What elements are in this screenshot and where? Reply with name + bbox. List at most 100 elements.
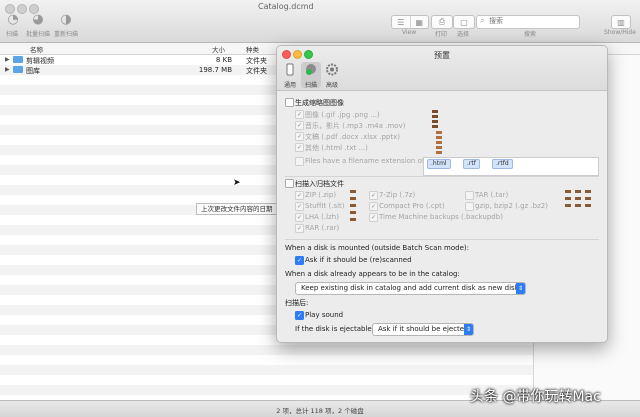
already-popup[interactable]: Keep existing disk in catalog and add cu… [295, 282, 526, 295]
thumb-other-label: 其他 (.html .txt ...) [305, 144, 368, 152]
file-name: 剪辑视频 [26, 57, 54, 65]
tar-checkbox[interactable] [465, 191, 474, 200]
print-button[interactable]: ⎙ [431, 15, 453, 29]
general-icon [284, 63, 296, 76]
gzip-checkbox[interactable] [465, 202, 474, 211]
batch-scan-icon[interactable]: ◕ [29, 11, 47, 27]
stuffit-checkbox[interactable]: ✓ [295, 202, 304, 211]
list-view-icon[interactable]: ☰ [392, 16, 411, 28]
search-icon: ⌕ [480, 16, 485, 25]
tab-label: 高级 [325, 82, 338, 89]
print-label: 打印 [434, 31, 447, 38]
scan-icon [305, 63, 317, 76]
thumbnails-checkbox[interactable] [285, 98, 294, 107]
zip-checkbox[interactable]: ✓ [295, 191, 304, 200]
compact-pro-label: Compact Pro (.cpt) [379, 202, 445, 210]
prefs-titlebar: 预置 通用 扫描 高级 [277, 46, 607, 91]
printer-icon[interactable]: ⎙ [432, 16, 452, 28]
thumbnails-label: 生成缩略图图像 [295, 99, 344, 107]
divider [285, 239, 599, 240]
column-kind[interactable]: 种类 [246, 44, 259, 54]
tab-advanced[interactable]: 高级 [322, 62, 342, 89]
show-hide-button[interactable]: ▥ [611, 15, 631, 29]
select-icon[interactable]: ▢ [454, 16, 474, 28]
lha-checkbox[interactable]: ✓ [295, 213, 304, 222]
thumb-images-checkbox[interactable]: ✓ [295, 110, 304, 119]
7zip-label: 7-Zip (.7z) [379, 191, 416, 199]
ask-rescan-checkbox[interactable]: ✓ [295, 256, 304, 265]
rescan-label: 重新扫描 [53, 31, 78, 38]
already-label: When a disk already appears to be in the… [285, 270, 460, 278]
archives-label: 扫描入归档文件 [295, 180, 344, 188]
select-button[interactable]: ▢ [453, 15, 475, 29]
play-sound-checkbox[interactable]: ✓ [295, 311, 304, 320]
archives-checkbox[interactable] [285, 179, 294, 188]
time-machine-checkbox[interactable]: ✓ [369, 213, 378, 222]
column-size[interactable]: 大小 [212, 44, 225, 54]
tooltip: 上次更改文件内容的日期 [196, 203, 278, 215]
chevron-updown-icon: ⇕ [464, 324, 473, 335]
thumb-images-label: 图像 (.gif .jpg .png ...) [305, 111, 380, 119]
7zip-checkbox[interactable]: ✓ [369, 191, 378, 200]
file-size: 8 KB [215, 56, 232, 64]
file-size: 198.7 MB [198, 66, 232, 74]
bin-icons [349, 189, 359, 229]
chevron-updown-icon: ⇕ [516, 283, 525, 294]
file-name: 图库 [26, 67, 40, 75]
extension-token[interactable]: .rtf [463, 159, 480, 169]
tab-label: 扫描 [304, 82, 317, 89]
view-label: View [401, 29, 417, 36]
file-kind: 文件夹 [246, 67, 267, 75]
mounted-label: When a disk is mounted (outside Batch Sc… [285, 244, 469, 252]
lha-label: LHA (.lzh) [305, 213, 339, 221]
batch-scan-label: 批量扫描 [25, 31, 50, 38]
scan-icon[interactable]: ◔ [4, 11, 22, 27]
select-label: 选择 [456, 31, 469, 38]
tab-label: 通用 [283, 82, 296, 89]
tab-general[interactable]: 通用 [280, 62, 300, 89]
search-box[interactable]: ⌕ [476, 15, 580, 29]
scan-label: 扫描 [5, 31, 18, 38]
ask-rescan-label: Ask if it should be (re)scanned [305, 256, 412, 264]
thumb-other-checkbox[interactable]: ✓ [295, 143, 304, 152]
search-input[interactable] [477, 16, 577, 26]
tab-scan[interactable]: 扫描 [301, 62, 321, 89]
folder-icon [13, 66, 23, 73]
ejectable-popup[interactable]: Ask if it should be ejected ⇕ [372, 323, 474, 336]
disclosure-icon[interactable]: ▶ [5, 66, 10, 73]
already-value: Keep existing disk in catalog and add cu… [301, 284, 519, 292]
rar-checkbox[interactable]: ✓ [295, 224, 304, 233]
status-text: 2 项，总计 118 项，2 个磁盘 [276, 407, 364, 415]
main-toolbar: Catalog.dcmd ◔ 扫描 ◕ 批量扫描 ◑ 重新扫描 ☰ ▦ View… [0, 0, 640, 43]
sidebar-icon[interactable]: ▥ [612, 16, 630, 28]
stuffit-label: StuffIt (.sit) [305, 202, 345, 210]
show-hide-label: Show/Hide [604, 29, 636, 36]
ejectable-label: If the disk is ejectable: [295, 325, 375, 333]
time-machine-label: Time Machine backups (.backupdb) [379, 213, 503, 221]
ejectable-value: Ask if it should be ejected [378, 325, 469, 333]
zip-label: ZIP (.zip) [305, 191, 337, 199]
thumb-media-checkbox[interactable]: ✓ [295, 121, 304, 130]
extension-token[interactable]: .rtfd [492, 159, 513, 169]
thumb-docs-checkbox[interactable]: ✓ [295, 132, 304, 141]
extension-token[interactable]: .html [427, 159, 451, 169]
after-scan-label: 扫描后: [285, 299, 309, 307]
icon-view-icon[interactable]: ▦ [411, 16, 429, 28]
tar-label: TAR (.tar) [475, 191, 509, 199]
thumb-docs-label: 文稿 (.pdf .docx .xlsx .pptx) [305, 133, 400, 141]
window-title: Catalog.dcmd [258, 2, 314, 11]
file-kind: 文件夹 [246, 57, 267, 65]
thumb-extension-checkbox[interactable] [295, 157, 304, 166]
search-label: 搜索 [523, 31, 536, 38]
watermark: 头条 @带你玩转Mac [470, 389, 601, 405]
compact-pro-checkbox[interactable]: ✓ [369, 202, 378, 211]
column-name[interactable]: 名称 [30, 44, 43, 54]
mouse-cursor-icon: ➤ [233, 178, 241, 188]
view-switch[interactable]: ☰ ▦ [391, 15, 429, 29]
disclosure-icon[interactable]: ▶ [5, 56, 10, 63]
folder-icon [13, 56, 23, 63]
divider [285, 176, 599, 177]
bin-icons [564, 189, 594, 213]
prefs-title: 预置 [434, 51, 450, 60]
rescan-icon[interactable]: ◑ [57, 11, 75, 27]
